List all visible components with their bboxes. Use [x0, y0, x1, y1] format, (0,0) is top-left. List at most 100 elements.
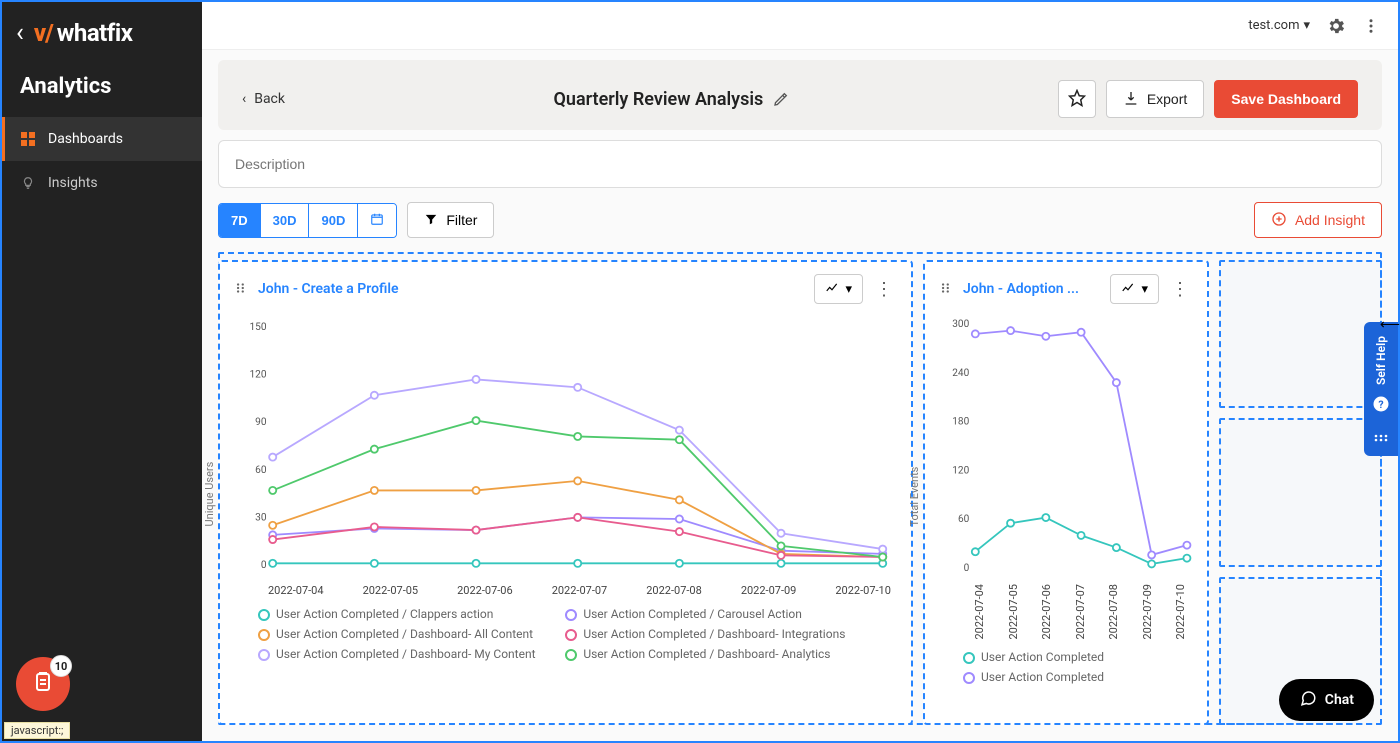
header-actions: Export Save Dashboard	[1058, 80, 1358, 118]
filter-label: Filter	[446, 212, 477, 228]
favorite-button[interactable]	[1058, 80, 1096, 118]
legend-label: User Action Completed / Dashboard- All C…	[276, 627, 533, 641]
tick-label: 2022-07-07	[1074, 584, 1087, 640]
chat-button[interactable]: Chat	[1279, 679, 1374, 721]
legend-label: User Action Completed	[981, 670, 1104, 684]
legend-swatch	[565, 649, 577, 661]
chart-svg: 060120180240300	[935, 316, 1197, 576]
svg-text:180: 180	[952, 417, 969, 428]
title-text: Quarterly Review Analysis	[553, 89, 763, 110]
legend-label: User Action Completed / Carousel Action	[583, 607, 802, 621]
drop-slot[interactable]	[1219, 418, 1382, 566]
back-arrow-icon[interactable]: ‹	[16, 18, 24, 48]
svg-text:120: 120	[952, 465, 969, 476]
legend-swatch	[258, 629, 270, 641]
x-axis-ticks: 2022-07-042022-07-052022-07-062022-07-07…	[935, 580, 1197, 640]
sidebar-nav: Dashboards Insights	[2, 117, 202, 205]
sidebar-top: ‹ v/ whatfix	[2, 2, 202, 60]
chart-body: Unique Users 0306090120150 2022-07-04202…	[220, 316, 911, 723]
y-axis-label: Total Events	[908, 466, 921, 526]
add-insight-button[interactable]: Add Insight	[1254, 202, 1382, 238]
legend-item: User Action Completed	[963, 650, 1183, 664]
clipboard-icon	[31, 670, 55, 698]
svg-text:240: 240	[952, 368, 969, 379]
range-custom[interactable]	[358, 204, 396, 237]
svg-text:0: 0	[964, 563, 970, 574]
caret-down-icon: ▾	[845, 281, 852, 297]
legend-swatch	[963, 672, 975, 684]
status-bar: javascript:;	[4, 722, 70, 739]
legend-item: User Action Completed / Clappers action	[258, 607, 547, 621]
add-insight-label: Add Insight	[1295, 212, 1365, 228]
drag-handle-icon[interactable]	[234, 280, 248, 299]
tick-label: 2022-07-07	[552, 584, 608, 597]
page-header: ‹ Back Quarterly Review Analysis	[218, 60, 1382, 130]
y-axis-label: Unique Users	[203, 461, 216, 526]
tick-label: 2022-07-04	[268, 584, 324, 597]
svg-text:120: 120	[249, 370, 266, 381]
tasks-badge[interactable]: 10	[16, 657, 70, 711]
sidebar-item-insights[interactable]: Insights	[2, 161, 202, 205]
legend-swatch	[258, 609, 270, 621]
page-title: Quarterly Review Analysis	[297, 89, 1046, 110]
chat-label: Chat	[1325, 692, 1354, 708]
card-more-icon[interactable]: ⋮	[1167, 279, 1193, 300]
range-90d[interactable]: 90D	[309, 204, 358, 237]
chat-icon	[1299, 689, 1317, 711]
empty-slot-rail	[1219, 260, 1382, 725]
tick-label: 2022-07-05	[363, 584, 419, 597]
more-vertical-icon[interactable]	[1362, 17, 1380, 35]
tick-label: 2022-07-06	[457, 584, 513, 597]
tasks-count: 10	[50, 655, 72, 677]
toolbar: 7D 30D 90D Filter Add	[202, 188, 1398, 252]
card-title[interactable]: John - Adoption ...	[963, 281, 1100, 297]
tick-label: 2022-07-04	[973, 584, 986, 640]
description-input[interactable]	[218, 140, 1382, 188]
edit-icon[interactable]	[773, 91, 789, 107]
legend-swatch	[565, 629, 577, 641]
legend-label: User Action Completed / Clappers action	[276, 607, 493, 621]
insight-card-adoption: John - Adoption ... ▾ ⋮ Total Events 060…	[923, 260, 1209, 725]
drop-slot[interactable]	[1219, 260, 1382, 408]
svg-text:150: 150	[249, 322, 266, 333]
filter-button[interactable]: Filter	[407, 202, 494, 238]
legend-item: User Action Completed / Dashboard- Analy…	[565, 647, 854, 661]
logo-mark: v/	[34, 19, 53, 47]
tick-label: 2022-07-06	[1040, 584, 1053, 640]
line-chart-icon	[825, 281, 839, 298]
tick-label: 2022-07-08	[646, 584, 702, 597]
sidebar-item-dashboards[interactable]: Dashboards	[2, 117, 202, 161]
legend-label: User Action Completed / Dashboard- Integ…	[583, 627, 845, 641]
calendar-icon	[370, 214, 384, 229]
export-button[interactable]: Export	[1106, 80, 1204, 118]
self-help-label: Self Help	[1374, 336, 1388, 385]
range-30d[interactable]: 30D	[261, 204, 310, 237]
back-label: Back	[254, 91, 285, 107]
account-dropdown[interactable]: test.com ▾	[1248, 18, 1310, 33]
insight-card-profile: John - Create a Profile ▾ ⋮ Unique Users…	[218, 260, 913, 725]
gear-icon[interactable]	[1326, 16, 1346, 36]
dashboard-icon	[20, 132, 36, 146]
chevron-left-icon: ‹	[242, 91, 246, 107]
caret-down-icon: ▾	[1141, 281, 1148, 297]
drag-handle-icon[interactable]	[939, 280, 953, 299]
legend-label: User Action Completed / Dashboard- My Co…	[276, 647, 536, 661]
svg-text:30: 30	[255, 512, 267, 523]
legend-swatch	[963, 652, 975, 664]
legend-label: User Action Completed	[981, 650, 1104, 664]
card-title[interactable]: John - Create a Profile	[258, 281, 804, 297]
svg-text:?: ?	[1378, 398, 1383, 411]
range-7d[interactable]: 7D	[219, 204, 261, 237]
line-chart-icon	[1121, 281, 1135, 298]
save-dashboard-button[interactable]: Save Dashboard	[1214, 80, 1358, 118]
topbar: test.com ▾	[202, 2, 1398, 50]
back-button[interactable]: ‹ Back	[242, 91, 285, 107]
chart-type-dropdown[interactable]: ▾	[1110, 274, 1159, 304]
grip-icon	[1374, 427, 1388, 446]
chart-body: Total Events 060120180240300 2022-07-042…	[925, 316, 1207, 723]
legend-swatch	[258, 649, 270, 661]
card-more-icon[interactable]: ⋮	[871, 279, 897, 300]
chart-type-dropdown[interactable]: ▾	[814, 274, 863, 304]
tick-label: 2022-07-08	[1107, 584, 1120, 640]
self-help-tab[interactable]: Self Help ?	[1364, 322, 1398, 456]
